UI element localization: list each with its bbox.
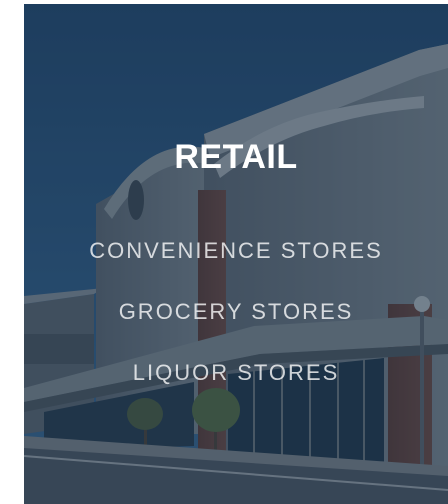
retail-hero-banner: RETAIL CONVENIENCE STORES GROCERY STORES… <box>24 4 448 504</box>
hero-content: RETAIL CONVENIENCE STORES GROCERY STORES… <box>24 4 448 504</box>
page: RETAIL CONVENIENCE STORES GROCERY STORES… <box>0 0 448 504</box>
retail-category-list: CONVENIENCE STORES GROCERY STORES LIQUOR… <box>24 4 448 504</box>
liquor-stores-link[interactable]: LIQUOR STORES <box>133 360 340 385</box>
convenience-stores-link[interactable]: CONVENIENCE STORES <box>89 238 383 263</box>
category-item-grocery: GROCERY STORES <box>24 301 448 323</box>
grocery-stores-link[interactable]: GROCERY STORES <box>119 299 354 324</box>
category-item-convenience: CONVENIENCE STORES <box>24 240 448 262</box>
category-item-liquor: LIQUOR STORES <box>24 362 448 384</box>
